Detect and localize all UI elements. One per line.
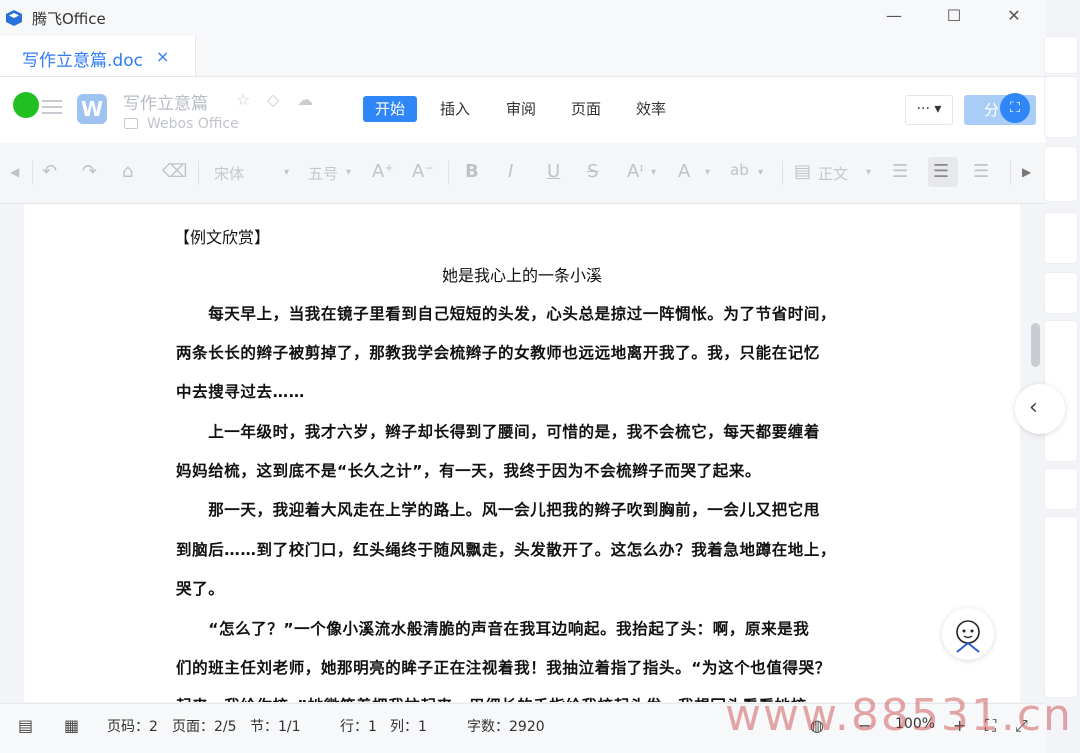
paragraph-style-select[interactable]: 正文 [818,163,848,184]
size-dropdown-icon[interactable]: ▾ [346,167,351,178]
assistant-avatar-icon[interactable] [942,608,994,660]
align-center-icon[interactable]: ☰ [933,161,949,182]
redo-icon[interactable]: ↷ [82,161,97,182]
paragraph-line: 每天早上，当我在镜子里看到自己短短的头发，心头总是掠过一阵惆怅。为了节省时间， [176,305,837,323]
more-options-button[interactable]: ··· ▾ [905,95,953,125]
paragraph-line: 那一天，我迎着大风走在上学的路上。风一会儿把我的辫子吹到胸前，一会儿又把它甩 [176,501,821,519]
tab-insert[interactable]: 插入 [428,96,482,122]
strikethrough-icon[interactable]: S [587,161,598,182]
superscript-dropdown-icon[interactable]: ▾ [651,167,656,178]
paragraph-line: 哭了。 [176,580,225,598]
page-status: 页面：2/5 [172,719,237,735]
star-icon[interactable]: ☆ [236,90,250,109]
paragraph-line: 上一年级时，我才六岁，辫子却长得到了腰间，可惜的是，我不会梳它，每天都要缠着 [176,423,821,441]
close-tab-icon[interactable]: × [156,47,169,66]
fullscreen-icon[interactable]: ⛶ [1000,93,1030,123]
document-page[interactable]: 【例文欣赏】 她是我心上的一条小溪 每天早上，当我在镜子里看到自己短短的头发，心… [24,204,1020,702]
tag-icon[interactable]: ◇ [267,90,279,109]
title-bar: 腾飞Office — ☐ ✕ [0,0,1080,36]
style-icon[interactable]: ▤ [794,161,811,182]
collapse-panel-icon[interactable]: ‹ [1015,384,1065,434]
minimize-button[interactable]: — [874,4,914,30]
paragraph-line: 起来，我给你梳。”她微笑着把我拉起来，用细长的手指给我梳起头发。我想回头看看她梳 [176,694,807,702]
writer-logo-icon: W [77,94,107,124]
document-heading: 【例文欣赏】 [174,228,271,247]
font-family-select[interactable]: 宋体 [214,163,244,184]
font-color-dropdown-icon[interactable]: ▾ [705,167,710,178]
folder-icon [124,118,138,129]
tab-bar: 写作立意篇.doc × [0,36,1046,77]
scroll-left-icon[interactable]: ◀ [10,165,19,179]
document-tab-name: 写作立意篇.doc [22,51,143,71]
document-tab[interactable]: 写作立意篇.doc × [0,36,196,76]
paragraph-line: 中去搜寻过去…… [176,383,305,401]
tab-home[interactable]: 开始 [363,96,418,122]
status-dot [13,92,39,118]
watermark: www.88531.cn [725,690,1073,741]
bold-icon[interactable]: B [465,161,479,182]
highlight-icon[interactable]: ab [730,161,749,179]
document-view-icon[interactable]: ▦ [64,716,79,735]
tab-efficiency[interactable]: 效率 [624,96,678,122]
align-left-icon[interactable]: ☰ [892,161,908,182]
paragraph-line: 妈妈给梳，这到底不是“长久之计”，有一天，我终于因为不会梳辫子而哭了起来。 [176,462,762,480]
document-header: W 写作立意篇 ☆ ◇ ☁ Webos Office 开始 插入 审阅 页面 效… [0,77,1046,143]
increase-font-icon[interactable]: A⁺ [372,161,394,182]
document-location: Webos Office [147,116,239,132]
tab-page[interactable]: 页面 [559,96,613,122]
formatting-toolbar: ◀ ↶ ↷ ⌂ ⌫ 宋体 ▾ 五号 ▾ A⁺ A⁻ B I U S Aᶦ ▾ A… [0,143,1046,327]
hamburger-menu-icon[interactable] [42,100,62,114]
underline-icon[interactable]: U [547,161,560,182]
align-right-icon[interactable]: ☰ [973,161,989,182]
scroll-right-icon[interactable]: ▶ [1022,165,1031,179]
outline-icon[interactable]: ▤ [18,716,33,735]
section-status: 节：1/1 [250,719,301,735]
style-dropdown-icon[interactable]: ▾ [866,167,871,178]
undo-icon[interactable]: ↶ [42,161,57,182]
font-dropdown-icon[interactable]: ▾ [284,167,289,178]
superscript-icon[interactable]: Aᶦ [627,161,644,182]
document-title[interactable]: 写作立意篇 [123,89,208,114]
paragraph-line: 到脑后……到了校门口，红头绳终于随风飘走，头发散开了。这怎么办？我着急地蹲在地上… [176,541,837,559]
row-status: 行：1 [340,719,377,735]
paragraph-line: 两条长长的辫子被剪掉了，那教我学会梳辫子的女教师也远远地离开我了。我，只能在记忆 [176,344,821,362]
essay-title: 她是我心上的一条小溪 [441,266,602,285]
app-logo-icon [6,10,22,26]
eraser-icon[interactable]: ⌫ [162,161,187,182]
decrease-font-icon[interactable]: A⁻ [412,161,434,182]
page-code-status: 页码：2 [107,719,158,735]
paragraph-line: “怎么了？”一个像小溪流水般清脆的声音在我耳边响起。我抬起了头：啊，原来是我 [176,620,810,638]
column-status: 列：1 [390,719,427,735]
tab-review[interactable]: 审阅 [494,96,548,122]
cloud-icon[interactable]: ☁ [297,90,313,109]
font-size-select[interactable]: 五号 [308,163,338,184]
font-color-icon[interactable]: A [678,161,690,182]
maximize-button[interactable]: ☐ [934,4,974,30]
close-window-button[interactable]: ✕ [994,4,1034,30]
app-title: 腾飞Office [32,10,106,28]
vertical-scrollbar[interactable] [1031,323,1040,367]
paragraph-line: 们的班主任刘老师，她那明亮的眸子正在注视着我！我抽泣着指了指头。“为这个也值得哭… [176,659,831,677]
italic-icon[interactable]: I [508,161,513,182]
format-painter-icon[interactable]: ⌂ [122,161,133,182]
highlight-dropdown-icon[interactable]: ▾ [758,167,763,178]
word-count-status: 字数：2920 [467,719,545,735]
